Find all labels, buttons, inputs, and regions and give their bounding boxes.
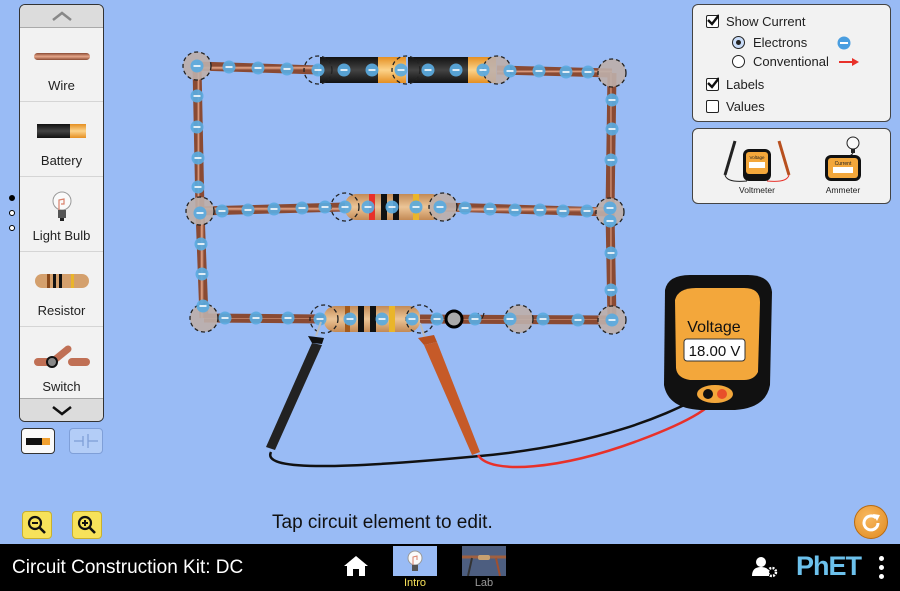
- radio-unselected[interactable]: [732, 55, 745, 68]
- reset-all-button[interactable]: [854, 505, 888, 539]
- voltmeter-title: Voltage: [687, 319, 740, 336]
- zoom-in-icon: [77, 515, 96, 534]
- hint-text: Tap circuit element to edit.: [272, 512, 493, 533]
- zoom-out-icon: [27, 515, 46, 534]
- schematic-battery-icon: [74, 434, 98, 448]
- conventional-radio[interactable]: Conventional: [732, 54, 859, 69]
- schematic-view-button[interactable]: [69, 428, 103, 454]
- screen-tab-lab[interactable]: [462, 546, 506, 577]
- page-dot[interactable]: [9, 195, 15, 201]
- voltmeter-reading: 18.00 V: [689, 343, 741, 360]
- carousel-item-label: Switch: [42, 379, 81, 394]
- screen-tab-label: Intro: [403, 577, 426, 589]
- check-icon: [707, 14, 719, 26]
- chevron-down-icon: [51, 406, 72, 416]
- menu-button[interactable]: [879, 556, 884, 579]
- carousel-item-label: Wire: [48, 78, 75, 93]
- resistor-icon: [34, 274, 89, 288]
- red-probe[interactable]: [418, 322, 480, 455]
- ammeter-icon: Current: [825, 136, 861, 181]
- carousel-up-button[interactable]: [20, 5, 103, 28]
- carousel-item-battery[interactable]: Battery: [20, 102, 103, 177]
- carousel-item-resistor[interactable]: Resistor: [20, 252, 103, 327]
- carousel-item-label: Battery: [40, 153, 83, 168]
- wires[interactable]: [192, 61, 617, 325]
- electrons-label: Electrons: [753, 35, 808, 50]
- display-options-panel: Show Current Electrons Conventional Labe…: [692, 4, 891, 122]
- reset-icon: [862, 514, 880, 532]
- sensor-toolbox: Voltage Voltmeter Current Ammeter: [692, 128, 891, 204]
- zoom-in-button[interactable]: [72, 511, 102, 539]
- page-dot[interactable]: [9, 225, 15, 231]
- carousel-item-switch[interactable]: Switch: [20, 327, 103, 402]
- light-bulb-icon: [52, 191, 71, 221]
- values-checkbox[interactable]: Values: [706, 99, 765, 114]
- carousel-item-label: Resistor: [37, 303, 86, 318]
- ammeter-icon-title: Current: [835, 161, 852, 167]
- checkbox-unchecked[interactable]: [706, 100, 719, 113]
- values-label: Values: [726, 99, 765, 114]
- chevron-up-icon: [51, 11, 72, 21]
- vertices[interactable]: [182, 51, 627, 335]
- vertex[interactable]: [597, 58, 627, 88]
- zoom-out-button[interactable]: [22, 511, 52, 539]
- conventional-arrow-icon: [838, 57, 859, 66]
- show-current-checkbox[interactable]: Show Current: [706, 14, 805, 29]
- battery-icon: [37, 124, 86, 138]
- phet-logo[interactable]: PhET: [796, 551, 862, 582]
- lab-screen-icon: [462, 555, 506, 577]
- component-carousel: Wire Battery Light Bulb Resistor Switch: [19, 4, 104, 422]
- checkbox-checked[interactable]: [706, 77, 719, 91]
- carousel-down-button[interactable]: [20, 398, 103, 421]
- battery[interactable]: [320, 57, 406, 83]
- voltmeter-icon-title: Voltage: [749, 155, 765, 160]
- ammeter-tool-label: Ammeter: [825, 185, 861, 195]
- screen-tab-intro[interactable]: [393, 546, 437, 576]
- electron-icon: [837, 36, 851, 49]
- home-icon: [344, 556, 368, 576]
- radio-selected[interactable]: [732, 36, 745, 49]
- show-current-label: Show Current: [726, 14, 806, 29]
- page-dot[interactable]: [9, 210, 15, 216]
- battery-icon: [26, 437, 50, 445]
- voltmeter-icon: Voltage: [723, 140, 791, 182]
- ammeter-tool[interactable]: Current Ammeter: [811, 135, 875, 200]
- check-icon: [707, 77, 719, 89]
- screen-tab-label: Lab: [474, 577, 494, 589]
- wire-icon: [33, 52, 90, 60]
- black-probe[interactable]: [266, 321, 324, 450]
- lifelike-view-button[interactable]: [21, 428, 55, 454]
- voltmeter-tool[interactable]: Voltage Voltmeter: [717, 135, 797, 200]
- electrons: [190, 59, 619, 327]
- voltmeter[interactable]: Voltage 18.00 V: [664, 275, 772, 410]
- phet-logo-text: PhET: [796, 551, 862, 581]
- labels-checkbox[interactable]: Labels: [706, 77, 764, 92]
- wire[interactable]: [605, 211, 617, 321]
- light-bulb-icon: [407, 550, 423, 571]
- checkbox-checked[interactable]: [706, 14, 719, 28]
- electrons-radio[interactable]: Electrons: [732, 35, 851, 50]
- carousel-item-light-bulb[interactable]: Light Bulb: [20, 177, 103, 252]
- home-button[interactable]: [343, 555, 369, 582]
- user-settings-icon: [752, 557, 778, 578]
- labels-label: Labels: [726, 77, 765, 92]
- conventional-label: Conventional: [753, 54, 829, 69]
- switch-icon: [33, 345, 90, 368]
- keyboard-help-button[interactable]: [752, 556, 778, 583]
- carousel-item-label: Light Bulb: [32, 228, 91, 243]
- app-title: Circuit Construction Kit: DC: [12, 557, 244, 578]
- black-lead-wire: [269, 392, 709, 468]
- kebab-menu-icon: [879, 556, 884, 579]
- voltmeter-tool-label: Voltmeter: [739, 185, 775, 195]
- carousel-item-wire[interactable]: Wire: [20, 27, 103, 102]
